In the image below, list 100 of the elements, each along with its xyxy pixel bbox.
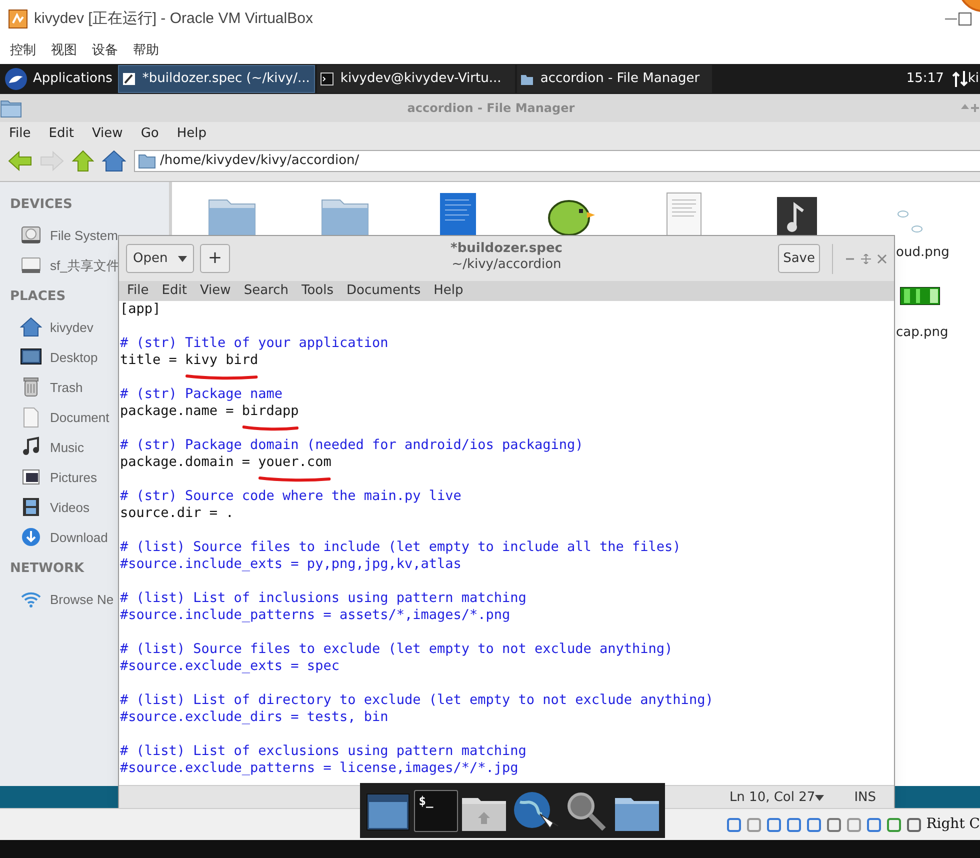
music-note-icon (20, 436, 42, 458)
code-line: # (str) Package domain (needed for android/ios packaging) (120, 437, 584, 453)
tray-icon (746, 816, 762, 832)
code-line: title = kivy bird (120, 352, 258, 368)
back-arrow-icon[interactable] (8, 150, 32, 172)
menu-item[interactable]: Search (244, 281, 288, 301)
home-icon (20, 316, 42, 338)
tray-icon (886, 816, 902, 832)
taskbar-button[interactable]: accordion - File Manager (517, 65, 712, 93)
document-icon (438, 192, 476, 237)
host-key-label: Right C (926, 815, 980, 834)
code-line: # (list) List of inclusions using pattern matching (120, 590, 526, 606)
sidebar-item[interactable]: File System (20, 224, 118, 246)
menu-item[interactable]: View (92, 124, 123, 144)
open-button[interactable]: Open (126, 244, 194, 273)
file-label[interactable]: oud.png (896, 243, 950, 262)
window-title: *buildozer.spec (450, 241, 562, 257)
folder-icon (138, 153, 156, 169)
code-line: [app] (120, 301, 161, 317)
sidebar-item[interactable]: Music (20, 436, 84, 458)
menu-item[interactable]: 视图 (51, 41, 77, 61)
section-heading: PLACES (10, 288, 66, 304)
tray-icon (906, 816, 922, 832)
menu-item[interactable]: 设备 (92, 41, 118, 61)
film-strip-icon (20, 496, 42, 518)
up-arrow-icon[interactable] (72, 150, 94, 172)
menu-item[interactable]: Tools (301, 281, 334, 301)
code-line: # (str) Package name (120, 386, 283, 402)
network-arrows-icon (952, 70, 968, 88)
code-line: # (str) Title of your application (120, 335, 388, 351)
image-thumbnail (900, 286, 940, 304)
caret-icon[interactable] (815, 794, 824, 800)
code-line: #source.exclude_patterns = license,images/*/*.jpg (120, 760, 518, 776)
code-line: #source.include_patterns = assets/*,images/*.png (120, 607, 510, 623)
tray-icon (806, 816, 822, 832)
menu-item[interactable]: Go (140, 124, 159, 144)
folder-icon (520, 72, 534, 86)
new-tab-button[interactable]: + (200, 244, 230, 273)
menu-item[interactable]: Edit (162, 281, 187, 301)
menu-item[interactable]: Help (176, 124, 206, 144)
terminal-icon[interactable]: $_ (414, 790, 458, 832)
window-title: kivydev [正在运行] - Oracle VM VirtualBox (34, 8, 313, 29)
underline-mark (242, 425, 299, 431)
disk-drive-icon (20, 224, 42, 246)
editor-icon (122, 72, 136, 86)
sidebar-item[interactable]: Videos (20, 496, 90, 518)
maximize-icon[interactable] (958, 12, 972, 26)
folder-icon (0, 98, 22, 118)
menu-item[interactable]: 帮助 (133, 41, 159, 61)
caret-icon (178, 256, 187, 262)
section-heading: NETWORK (10, 560, 84, 576)
download-icon (20, 526, 42, 548)
menu-item[interactable]: File (127, 281, 149, 301)
terminal-icon (320, 72, 334, 86)
tray-icon (766, 816, 782, 832)
menu-item[interactable]: View (200, 281, 231, 301)
sidebar-item[interactable]: sf_共享文件 (20, 254, 120, 276)
sidebar-item[interactable]: kivydev (20, 316, 94, 338)
code-line: # (list) Source files to exclude (let empty to not exclude anything) (120, 641, 673, 657)
close-icon[interactable] (877, 254, 887, 264)
menu-item[interactable]: Documents (346, 281, 421, 301)
menu-item[interactable]: Help (434, 281, 464, 301)
window-title: accordion - File Manager (407, 100, 575, 117)
code-line: #source.exclude_dirs = tests, bin (120, 709, 388, 725)
code-line: package.name = birdapp (120, 403, 299, 419)
file-label[interactable]: cap.png (896, 322, 948, 342)
code-line: # (list) Source files to include (let empty to include all the files) (120, 539, 681, 555)
tray-icon (786, 816, 802, 832)
user-name[interactable]: ki (968, 69, 979, 89)
menu-item[interactable]: 控制 (10, 41, 36, 61)
mouse-logo-icon (4, 67, 28, 91)
sidebar-item[interactable]: Pictures (20, 466, 97, 488)
code-line: source.dir = . (120, 505, 234, 521)
clock: 15:17 (906, 70, 944, 88)
path-field[interactable]: /home/kivydev/kivy/accordion/ (134, 150, 980, 172)
code-line: package.domain = youer.com (120, 454, 332, 470)
save-button[interactable]: Save (778, 244, 820, 273)
cursor-position[interactable]: Ln 10, Col 27 (729, 788, 816, 808)
sidebar-item[interactable]: Trash (20, 376, 83, 398)
home-icon[interactable] (102, 150, 126, 172)
code-line: # (list) List of directory to exclude (let empty to not exclude anything) (120, 692, 714, 708)
code-line: # (str) Source code where the main.py live (120, 488, 462, 504)
taskbar-button[interactable]: kivydev@kivydev-Virtu... (317, 65, 516, 93)
sidebar-item[interactable]: Download (20, 526, 108, 548)
section-heading: DEVICES (10, 196, 72, 212)
taskbar-button[interactable]: *buildozer.spec (~/kivy/... (118, 65, 316, 93)
sidebar-item[interactable]: Desktop (20, 346, 98, 368)
tray-icon (826, 816, 842, 832)
insert-mode: INS (854, 788, 876, 807)
menu-item[interactable]: File (9, 124, 31, 144)
virtualbox-icon (8, 9, 28, 29)
tray-icon (866, 816, 882, 832)
sidebar-item[interactable]: Browse Ne (20, 588, 114, 610)
sidebar-item[interactable]: Document (20, 406, 110, 428)
tray-icon (846, 816, 862, 832)
code-line: #source.exclude_exts = spec (120, 658, 340, 674)
tray-icon (726, 816, 742, 832)
code-line: # (list) List of exclusions using pattern matching (120, 743, 526, 759)
menu-item[interactable]: Edit (48, 124, 74, 144)
applications-menu[interactable]: Applications (33, 69, 112, 89)
